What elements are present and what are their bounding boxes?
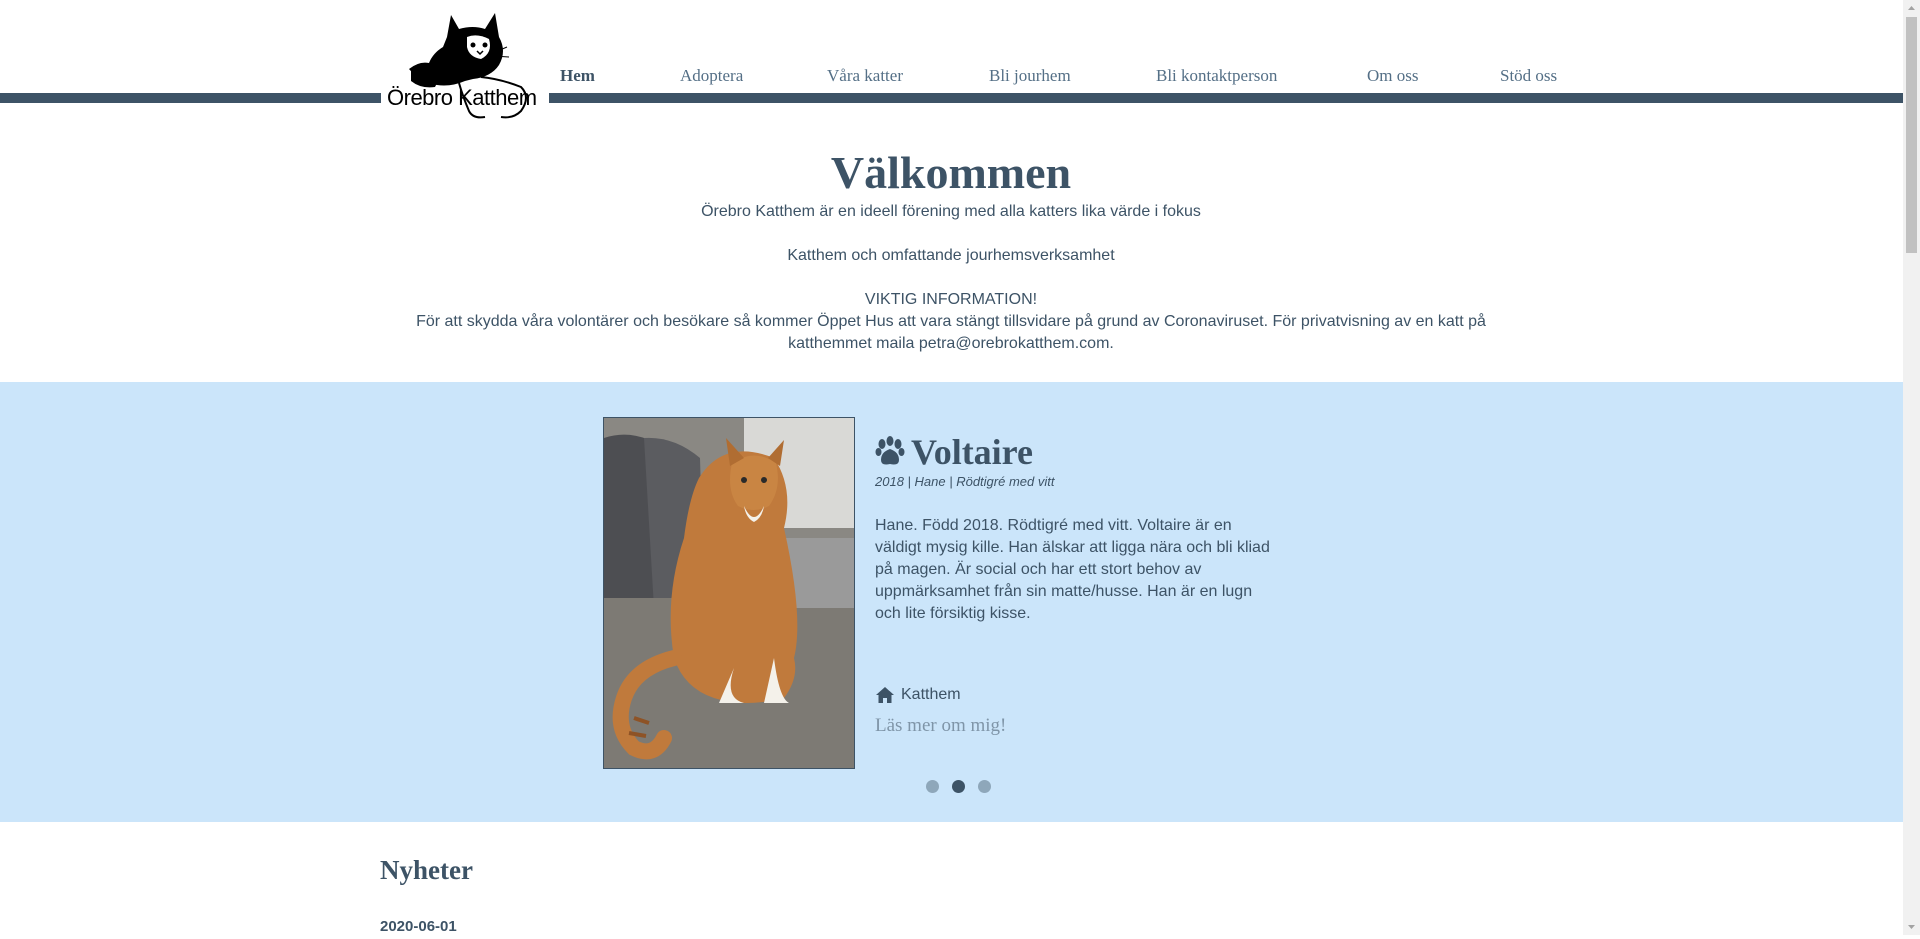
slider-dot-3[interactable] [978, 780, 991, 793]
welcome-section: Välkommen Örebro Katthem är en ideell fö… [380, 145, 1522, 355]
cat-photo[interactable] [603, 417, 855, 769]
cat-info: Voltaire 2018 | Hane | Rödtigré med vitt… [875, 432, 1275, 625]
nav-item-adoptera[interactable]: Adoptera [680, 66, 743, 86]
nav-item-bli-kontaktperson[interactable]: Bli kontaktperson [1156, 66, 1277, 86]
logo-text: Örebro Katthem [387, 85, 537, 110]
read-more-link[interactable]: Läs mer om mig! [875, 715, 1006, 737]
paw-icon [875, 436, 905, 465]
cat-description: Hane. Född 2018. Rödtigré med vitt. Volt… [875, 517, 1270, 622]
important-info-text: För att skydda våra volontärer och besök… [416, 313, 1486, 352]
welcome-subline: Katthem och omfattande jourhemsverksamhe… [787, 247, 1115, 264]
nav-item-om-oss[interactable]: Om oss [1367, 66, 1418, 86]
page-scrollbar[interactable] [1903, 0, 1920, 935]
welcome-title: Välkommen [830, 147, 1072, 198]
scroll-down-arrow-icon[interactable] [1903, 918, 1920, 935]
nav-item-hem[interactable]: Hem [560, 66, 595, 86]
news-title: Nyheter [380, 855, 473, 885]
nav-item-vara-katter[interactable]: Våra katter [827, 66, 903, 86]
cat-photo-image [604, 418, 854, 768]
header-bar [0, 93, 1903, 103]
welcome-tagline: Örebro Katthem är en ideell förening med… [701, 203, 1201, 220]
home-icon [876, 687, 894, 703]
nav-item-bli-jourhem[interactable]: Bli jourhem [989, 66, 1071, 86]
cat-location: Katthem [875, 686, 961, 704]
site-logo[interactable]: Örebro Katthem [381, 7, 549, 125]
site-header: Örebro Katthem Hem Adoptera Våra katter … [0, 0, 1903, 125]
cat-meta: 2018 | Hane | Rödtigré med vitt [875, 474, 1055, 489]
slider-dot-1[interactable] [926, 780, 939, 793]
scroll-up-arrow-icon[interactable] [1903, 0, 1920, 17]
cat-location-label: Katthem [901, 686, 961, 703]
nav-item-stod-oss[interactable]: Stöd oss [1500, 66, 1557, 86]
cat-name: Voltaire [911, 432, 1033, 472]
scroll-thumb[interactable] [1906, 17, 1917, 253]
slider-dot-2[interactable] [952, 780, 965, 793]
important-info-heading: VIKTIG INFORMATION! [864, 291, 1038, 308]
news-date: 2020-06-01 [380, 918, 457, 935]
cat-slider: Voltaire 2018 | Hane | Rödtigré med vitt… [0, 382, 1903, 822]
cat-name-heading: Voltaire [875, 432, 1275, 472]
page: Örebro Katthem Hem Adoptera Våra katter … [0, 0, 1903, 935]
